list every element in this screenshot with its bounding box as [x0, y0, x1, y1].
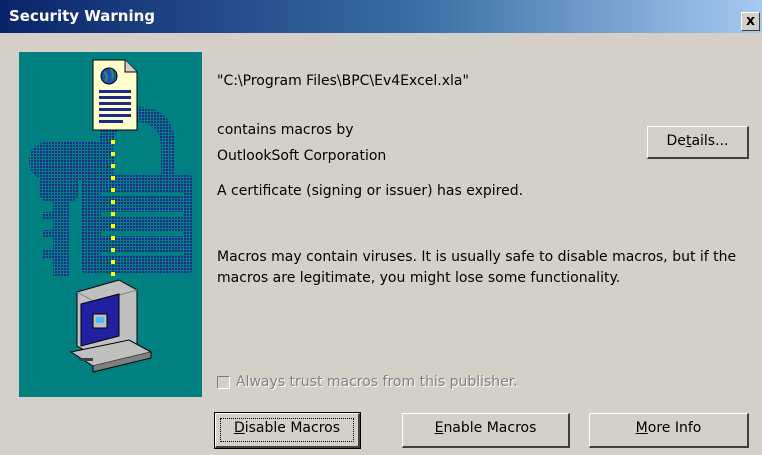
details-button-label: Details...	[666, 133, 729, 149]
virus-warning-line1: Macros may contain viruses. It is usuall…	[217, 249, 737, 265]
close-button[interactable]: x	[741, 12, 760, 31]
disable-macros-label: Disable Macros	[233, 420, 341, 436]
security-illustration-graphic	[29, 59, 193, 373]
details-button[interactable]: Details...	[647, 126, 749, 159]
trust-publisher-checkbox[interactable]	[217, 376, 230, 389]
title-bar[interactable]: Security Warning x	[0, 0, 762, 33]
disable-macros-button[interactable]: Disable Macros	[214, 412, 361, 449]
certificate-warning: A certificate (signing or issuer) has ex…	[217, 183, 524, 199]
close-icon: x	[745, 13, 756, 29]
document-globe-icon	[92, 59, 138, 131]
enable-macros-button[interactable]: Enable Macros	[402, 413, 570, 448]
window-title: Security Warning	[9, 7, 156, 25]
more-info-label: More Info	[635, 420, 702, 436]
contains-macros-label: contains macros by	[217, 122, 354, 138]
security-warning-dialog: Security Warning x "C:\Program Files\BPC…	[0, 0, 762, 455]
computer-icon	[69, 279, 153, 373]
more-info-button[interactable]: More Info	[589, 413, 749, 448]
enable-macros-label: Enable Macros	[434, 420, 537, 436]
publisher-name: OutlookSoft Corporation	[217, 148, 387, 164]
virus-warning-line2: macros are legitimate, you might lose so…	[217, 270, 621, 286]
file-path-text: "C:\Program Files\BPC\Ev4Excel.xla"	[217, 73, 469, 89]
trust-publisher-label: Always trust macros from this publisher.	[236, 374, 518, 390]
security-illustration	[19, 52, 202, 397]
